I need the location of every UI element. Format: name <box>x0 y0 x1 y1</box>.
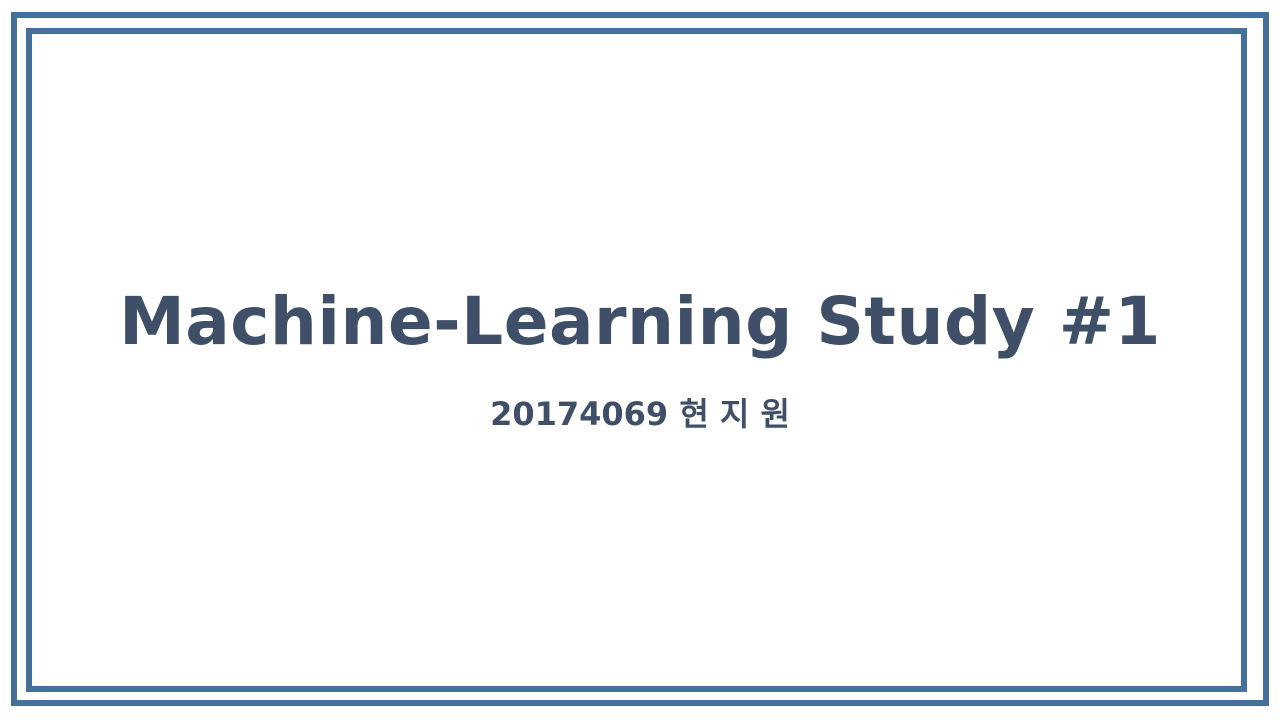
slide-title: Machine-Learning Study #1 <box>119 283 1161 360</box>
title-slide: Machine-Learning Study #1 20174069 현 지 원 <box>0 0 1280 720</box>
slide-subtitle: 20174069 현 지 원 <box>490 395 790 433</box>
